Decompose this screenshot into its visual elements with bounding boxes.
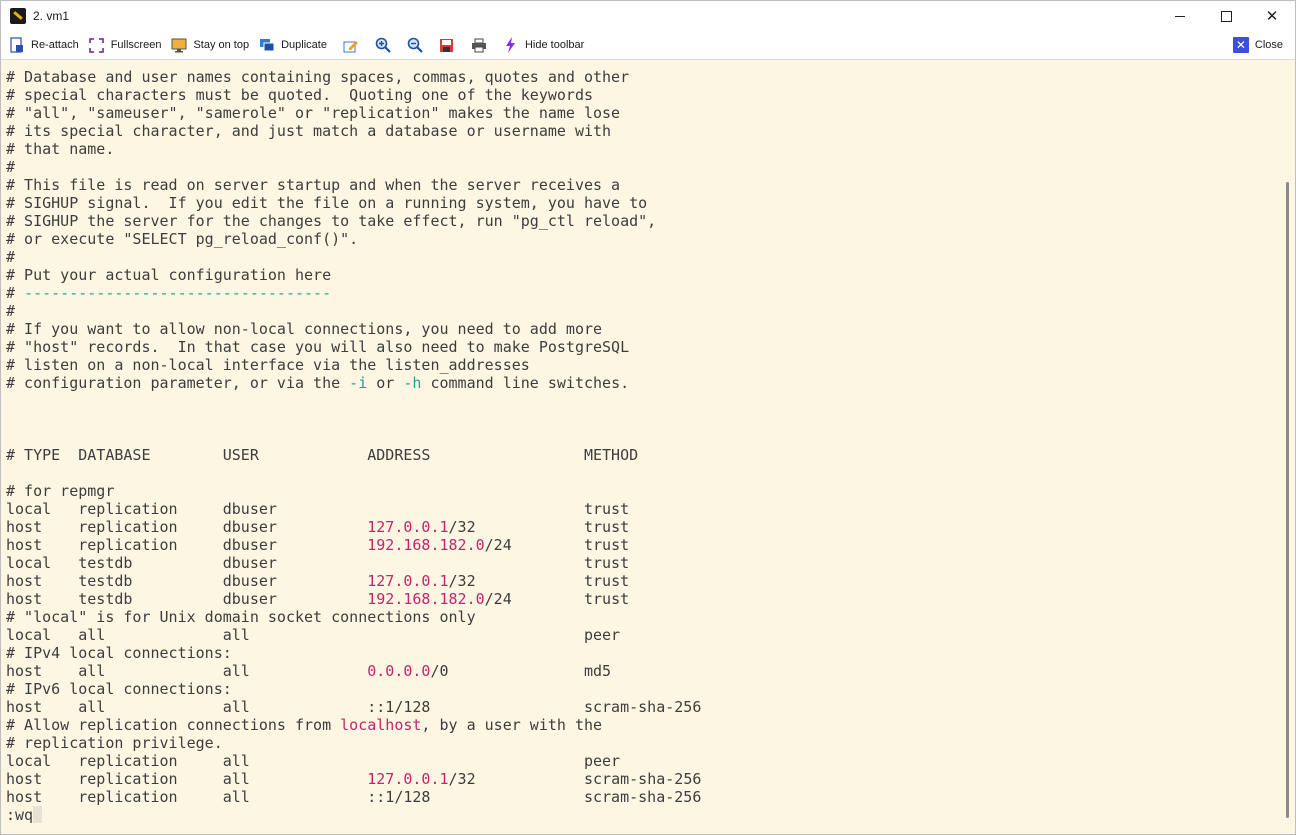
close-label: Close [1254, 39, 1283, 51]
text-cursor [33, 806, 43, 823]
command-line[interactable]: :wq [6, 806, 43, 824]
terminal-line: # "local" is for Unix domain socket conn… [6, 608, 476, 626]
command-text: :wq [6, 806, 34, 824]
window-controls: ✕ [1157, 1, 1295, 31]
terminal-line: host testdb dbuser 127.0.0.1/32 trust [6, 572, 630, 590]
terminal-line: # IPv4 local connections: [6, 644, 232, 662]
terminal-line: # replication privilege. [6, 734, 223, 752]
zoom-out-button[interactable] [407, 33, 431, 57]
stay-on-top-button[interactable]: Stay on top [171, 33, 251, 57]
zoom-in-button[interactable] [375, 33, 399, 57]
terminal-line: # "all", "sameuser", "samerole" or "repl… [6, 104, 621, 122]
terminal-line: # SIGHUP signal. If you edit the file on… [6, 194, 648, 212]
stay-on-top-label: Stay on top [193, 39, 250, 51]
scrollbar[interactable] [1281, 60, 1295, 834]
maximize-icon [1220, 10, 1232, 22]
title-bar[interactable]: 2. vm1 ✕ [1, 1, 1295, 31]
terminal-area[interactable]: # Database and user names containing spa… [1, 60, 1281, 834]
terminal-line: host all all ::1/128 scram-sha-256 [6, 698, 702, 716]
terminal-line: # configuration parameter, or via the -i… [6, 374, 630, 392]
terminal-window: 2. vm1 ✕ Re-attach Fullscreen Stay on to… [0, 0, 1296, 835]
duplicate-label: Duplicate [281, 39, 327, 51]
terminal-line: local all all peer [6, 626, 621, 644]
terminal-line: local testdb dbuser trust [6, 554, 630, 572]
duplicate-button[interactable]: Duplicate [259, 33, 329, 57]
terminal-line: host testdb dbuser 192.168.182.0/24 trus… [6, 590, 630, 608]
save-button[interactable] [439, 33, 463, 57]
terminal-line: # that name. [6, 140, 115, 158]
toolbar: Re-attach Fullscreen Stay on top Duplica… [1, 31, 1295, 60]
zoom-in-icon [375, 37, 391, 53]
save-icon [439, 37, 455, 53]
close-icon: ✕ [1232, 37, 1249, 53]
terminal-line: # "host" records. In that case you will … [6, 338, 630, 356]
reattach-icon [9, 37, 25, 53]
edit-button[interactable] [343, 33, 367, 57]
terminal-line: host replication all 127.0.0.1/32 scram-… [6, 770, 702, 788]
terminal-line: host replication dbuser 127.0.0.1/32 tru… [6, 518, 630, 536]
reattach-button[interactable]: Re-attach [9, 33, 81, 57]
terminal-line: # [6, 158, 16, 176]
terminal-line: # listen on a non-local interface via th… [6, 356, 530, 374]
terminal-line: # special characters must be quoted. Quo… [6, 86, 593, 104]
minimize-button[interactable] [1157, 1, 1203, 31]
close-window-icon: ✕ [1265, 8, 1279, 25]
terminal-line: # This file is read on server startup an… [6, 176, 621, 194]
duplicate-icon [259, 37, 275, 53]
terminal-line: # [6, 302, 16, 320]
terminal-line: local replication dbuser trust [6, 500, 630, 518]
fullscreen-icon [89, 37, 105, 53]
terminal-line: # IPv6 local connections: [6, 680, 232, 698]
lightning-icon [503, 37, 519, 53]
maximize-button[interactable] [1203, 1, 1249, 31]
zoom-out-icon [407, 37, 423, 53]
scrollbar-thumb[interactable] [1286, 182, 1289, 818]
terminal-line: # If you want to allow non-local connect… [6, 320, 603, 338]
terminal-line: host replication dbuser 192.168.182.0/24… [6, 536, 630, 554]
reattach-label: Re-attach [31, 39, 79, 51]
terminal-line: # Allow replication connections from loc… [6, 716, 603, 734]
fullscreen-button[interactable]: Fullscreen [89, 33, 164, 57]
window-title: 2. vm1 [33, 9, 70, 23]
minimize-icon [1175, 15, 1185, 17]
terminal-line: host all all 0.0.0.0/0 md5 [6, 662, 612, 680]
terminal-line: local replication all peer [6, 752, 621, 770]
terminal-line: # ---------------------------------- [6, 284, 332, 302]
terminal-line: # [6, 248, 16, 266]
hide-toolbar-label: Hide toolbar [524, 39, 585, 51]
terminal-line: # SIGHUP the server for the changes to t… [6, 212, 657, 230]
terminal-text: # Database and user names containing spa… [6, 68, 701, 806]
close-window-button[interactable]: ✕ [1249, 1, 1295, 31]
terminal-line: # Put your actual configuration here [6, 266, 332, 284]
terminal-line: # for repmgr [6, 482, 115, 500]
app-icon [10, 8, 26, 24]
edit-icon [343, 37, 359, 53]
print-icon [471, 37, 487, 53]
terminal-line: # or execute "SELECT pg_reload_conf()". [6, 230, 359, 248]
terminal-line: # its special character, and just match … [6, 122, 612, 140]
terminal-line: # Database and user names containing spa… [6, 68, 630, 86]
close-button[interactable]: ✕ Close [1232, 33, 1283, 57]
terminal-line: # TYPE DATABASE USER ADDRESS METHOD [6, 446, 639, 464]
fullscreen-label: Fullscreen [110, 39, 162, 51]
terminal-line: host replication all ::1/128 scram-sha-2… [6, 788, 702, 806]
monitor-icon [171, 37, 187, 53]
hide-toolbar-button[interactable]: Hide toolbar [503, 33, 586, 57]
print-button[interactable] [471, 33, 495, 57]
